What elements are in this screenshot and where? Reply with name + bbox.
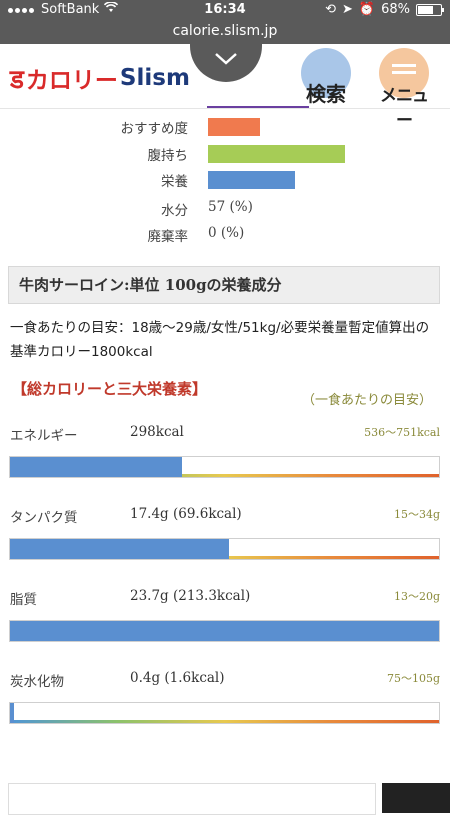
nutrient-name: タンパク質 <box>10 510 78 526</box>
tab-underline <box>207 106 309 108</box>
indicator-recommend: おすすめ度 <box>0 114 450 138</box>
address-bar[interactable]: calorie.slism.jp <box>0 20 450 44</box>
logo-kana: カロリー <box>25 68 118 94</box>
url-text: calorie.slism.jp <box>172 23 278 39</box>
fact-waste-rate: 廃棄率 0 (%) <box>0 222 450 246</box>
status-bar: SoftBank 16:34 ⟲ ➤ ⏰ 68% <box>0 0 450 20</box>
nutrient-energy: エネルギー 298kcal 536〜751kcal <box>0 424 450 504</box>
serving-note: （一食あたりの目安） <box>301 393 432 408</box>
battery-percent: 68% <box>381 2 410 17</box>
nutrient-range: 15〜34g <box>393 508 440 521</box>
nutrient-fill <box>10 457 182 477</box>
nutrient-range: 75〜105g <box>386 672 440 685</box>
battery-icon <box>416 3 444 16</box>
logo-latin: Slism <box>119 65 190 91</box>
macro-heading: 【総カロリーと三大栄養素】 <box>12 380 208 398</box>
nutrient-bar <box>9 620 440 642</box>
indicator-label: 腹持ち <box>147 148 189 164</box>
nutrient-fill <box>10 621 439 641</box>
fact-water: 水分 57 (%) <box>0 196 450 220</box>
indicator-bar <box>208 171 295 189</box>
nutrient-range: 13〜20g <box>393 590 440 603</box>
indicator-satiety: 腹持ち <box>0 141 450 165</box>
chevron-down-icon <box>215 53 237 65</box>
indicator-nutrition: 栄養 <box>0 167 450 191</box>
location-icon: ➤ <box>342 2 353 17</box>
logo-mark-icon: ड <box>10 65 24 95</box>
nutrient-name: 炭水化物 <box>10 674 64 690</box>
nutrient-fat: 脂質 23.7g (213.3kcal) 13〜20g <box>0 588 450 668</box>
alarm-icon: ⏰ <box>358 2 376 17</box>
fact-label: 水分 <box>161 203 188 219</box>
nutrient-amount: 0.4g (1.6kcal) <box>130 670 225 686</box>
nutrient-amount: 17.4g (69.6kcal) <box>130 506 242 522</box>
nutrient-fill <box>10 539 229 559</box>
nutrient-amount: 298kcal <box>130 424 184 440</box>
search-button[interactable]: 検索 <box>296 48 356 106</box>
indicator-bar <box>208 118 260 136</box>
nutrient-fill <box>10 703 15 723</box>
nutrient-protein: タンパク質 17.4g (69.6kcal) 15〜34g <box>0 506 450 586</box>
nutrient-name: エネルギー <box>10 428 78 444</box>
fact-value: 57 (%) <box>208 199 253 215</box>
search-label: 検索 <box>306 82 346 106</box>
status-icons: ⟲ ➤ ⏰ 68% <box>325 2 444 17</box>
serving-intro: 一食あたりの目安：18歳〜29歳/女性/51kg/必要栄養量暫定値算出の基準カロ… <box>10 320 430 360</box>
next-content-card[interactable] <box>8 783 376 815</box>
indicator-label: おすすめ度 <box>120 121 189 137</box>
rotation-lock-icon: ⟲ <box>325 2 336 17</box>
nutrient-bar <box>9 702 440 724</box>
fact-value: 0 (%) <box>208 225 245 241</box>
menu-button[interactable]: メニュー <box>374 48 434 131</box>
indicator-bar <box>208 145 345 163</box>
thumbnail-image[interactable] <box>382 783 450 813</box>
nutrient-bar <box>9 456 440 478</box>
site-logo[interactable]: ड カロリー Slism <box>10 60 190 96</box>
nutrient-gradient <box>10 720 439 723</box>
nutrient-name: 脂質 <box>10 592 37 608</box>
nutrient-bar <box>9 538 440 560</box>
nutrient-range: 536〜751kcal <box>364 426 440 439</box>
section-title: 牛肉サーロイン:単位 100gの栄養成分 <box>8 266 440 304</box>
fact-label: 廃棄率 <box>147 229 189 245</box>
nutrient-amount: 23.7g (213.3kcal) <box>130 588 251 604</box>
nutrient-carbohydrate: 炭水化物 0.4g (1.6kcal) 75〜105g <box>0 670 450 750</box>
indicator-label: 栄養 <box>161 174 188 190</box>
